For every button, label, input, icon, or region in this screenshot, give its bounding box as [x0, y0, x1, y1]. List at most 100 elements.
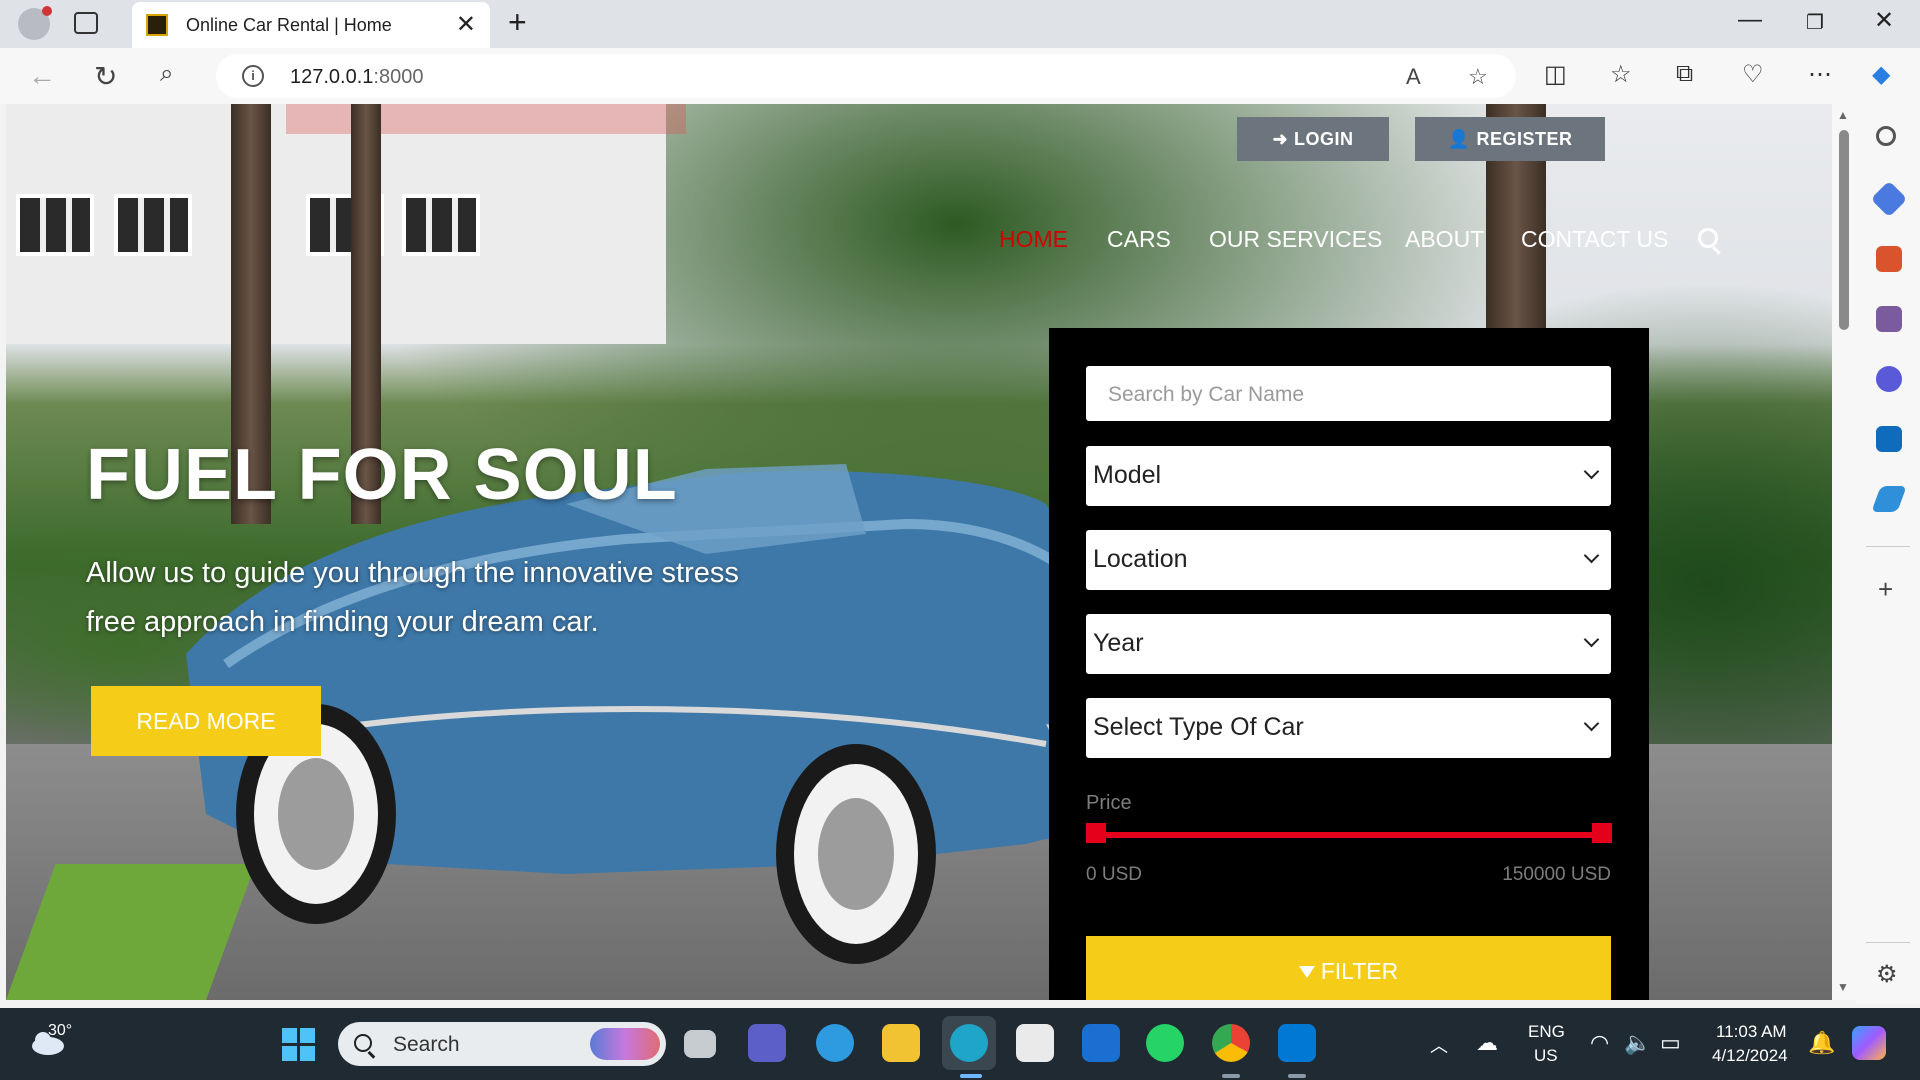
sidebar-copilot-icon[interactable]: [1876, 366, 1902, 392]
login-button[interactable]: ➜ LOGIN: [1237, 117, 1389, 161]
page-scrollbar[interactable]: ▲ ▼: [1832, 104, 1856, 1000]
clock-time[interactable]: 11:03 AM: [1716, 1022, 1787, 1042]
car-filter-panel: Search by Car Name Model Location Year S…: [1049, 328, 1649, 1000]
back-icon[interactable]: ←: [28, 60, 56, 92]
nav-home[interactable]: HOME: [999, 226, 1068, 253]
clock-date[interactable]: 4/12/2024: [1712, 1046, 1788, 1066]
teams-icon[interactable]: [748, 1024, 786, 1062]
edge-browser-icon[interactable]: [950, 1024, 988, 1062]
register-button[interactable]: 👤 REGISTER: [1415, 117, 1605, 161]
chevron-down-icon: [1583, 463, 1600, 480]
price-label: Price: [1086, 792, 1132, 814]
onedrive-icon[interactable]: ☁: [1476, 1030, 1498, 1056]
weather-temperature: 30°: [48, 1022, 73, 1039]
add-user-icon: 👤: [1447, 129, 1471, 149]
nav-cars[interactable]: CARS: [1107, 226, 1171, 253]
show-hidden-icons-chevron-icon[interactable]: ︿: [1430, 1032, 1448, 1058]
scroll-thumb[interactable]: [1839, 130, 1849, 330]
region-indicator: US: [1534, 1046, 1558, 1065]
read-aloud-icon[interactable]: A: [1406, 64, 1421, 90]
close-window-icon[interactable]: ✕: [1874, 6, 1894, 35]
location-select[interactable]: Location: [1086, 530, 1611, 590]
vscode-icon[interactable]: [1278, 1024, 1316, 1062]
wifi-icon[interactable]: ◠: [1590, 1030, 1609, 1056]
copilot-icon[interactable]: ◆: [1872, 60, 1890, 89]
active-app-indicator: [960, 1074, 982, 1078]
browser-tab[interactable]: Online Car Rental | Home ✕: [132, 2, 490, 48]
car-type-select[interactable]: Select Type Of Car: [1086, 698, 1611, 758]
chrome-icon[interactable]: [1212, 1024, 1250, 1062]
hero-subtitle: Allow us to guide you through the innova…: [86, 557, 739, 638]
site-favicon-icon: [146, 14, 168, 36]
nav-contact-us[interactable]: CONTACT US: [1521, 226, 1668, 253]
more-options-icon[interactable]: ⋯: [1808, 60, 1832, 89]
task-view-icon[interactable]: [684, 1030, 716, 1058]
price-max-handle[interactable]: [1592, 823, 1612, 843]
car-name-search-input[interactable]: Search by Car Name: [1086, 366, 1611, 421]
background-house: [6, 104, 686, 344]
read-more-button[interactable]: READ MORE: [91, 686, 321, 756]
refresh-icon[interactable]: ↻: [94, 60, 117, 93]
scroll-down-icon[interactable]: ▼: [1837, 980, 1849, 994]
price-min-handle[interactable]: [1086, 823, 1106, 843]
myhp-icon[interactable]: [1082, 1024, 1120, 1062]
model-select[interactable]: Model: [1086, 446, 1611, 506]
running-app-indicator: [1222, 1074, 1240, 1078]
address-bar-row: ← ↻ ⌕ i 127.0.0.1:8000 A ☆ ◫ ☆ ⧉ ♡ ⋯ ◆: [0, 48, 1920, 104]
site-info-icon[interactable]: i: [242, 65, 264, 87]
split-screen-icon[interactable]: ◫: [1544, 60, 1567, 89]
sidebar-divider: [1866, 546, 1910, 547]
copilot-taskbar-icon[interactable]: [1852, 1026, 1886, 1060]
sidebar-settings-icon[interactable]: ⚙: [1876, 960, 1898, 989]
minimize-icon[interactable]: —: [1738, 6, 1762, 34]
browser-essentials-icon[interactable]: ♡: [1742, 60, 1764, 89]
chevron-down-icon: [1583, 631, 1600, 648]
restore-icon[interactable]: ❐: [1806, 10, 1824, 35]
profile-avatar-icon[interactable]: [18, 6, 52, 40]
close-tab-icon[interactable]: ✕: [456, 10, 476, 39]
language-indicator[interactable]: ENG: [1528, 1022, 1565, 1042]
search-highlight-icon: [590, 1028, 660, 1060]
tab-actions-icon[interactable]: [74, 12, 98, 34]
url-field[interactable]: i 127.0.0.1:8000 A ☆: [216, 54, 1516, 98]
windows-taskbar: 30° Search ︿ ☁ ENG US ◠ 🔈 ▭ 11:03 AM 4/1…: [0, 1008, 1920, 1080]
whatsapp-icon[interactable]: [1146, 1024, 1184, 1062]
sidebar-add-icon[interactable]: +: [1878, 574, 1893, 605]
filter-funnel-icon: [1298, 966, 1315, 978]
chevron-down-icon: [1583, 715, 1600, 732]
sidebar-outlook-icon[interactable]: [1876, 426, 1902, 452]
taskbar-search-box[interactable]: Search: [338, 1022, 666, 1066]
help-icon[interactable]: [816, 1024, 854, 1062]
search-icon[interactable]: ⌕: [160, 60, 173, 88]
hero-title: FUEL FOR SOUL: [86, 435, 678, 515]
search-icon: [354, 1034, 372, 1052]
new-tab-icon[interactable]: +: [508, 4, 527, 41]
login-icon: ➜: [1272, 129, 1289, 149]
favorite-star-icon[interactable]: ☆: [1468, 64, 1488, 90]
favorites-icon[interactable]: ☆: [1610, 60, 1632, 89]
sidebar-games-icon[interactable]: [1876, 306, 1902, 332]
house-window: [402, 194, 480, 256]
sidebar-tools-icon[interactable]: [1876, 246, 1902, 272]
web-page-viewport: ➜ LOGIN 👤 REGISTER HOME CARS OUR SERVICES …: [6, 104, 1832, 1000]
year-select[interactable]: Year: [1086, 614, 1611, 674]
nav-search-icon[interactable]: [1698, 228, 1718, 248]
collections-icon[interactable]: ⧉: [1676, 60, 1693, 88]
start-windows-icon[interactable]: [282, 1028, 316, 1062]
microsoft-store-icon[interactable]: [1016, 1024, 1054, 1062]
nav-our-services[interactable]: OUR SERVICES: [1209, 226, 1382, 253]
filter-button[interactable]: FILTER: [1086, 936, 1611, 1000]
price-range-track[interactable]: [1086, 832, 1611, 838]
url-text: 127.0.0.1:8000: [290, 66, 424, 88]
file-explorer-icon[interactable]: [882, 1024, 920, 1062]
scroll-up-icon[interactable]: ▲: [1837, 108, 1849, 122]
house-window: [114, 194, 192, 256]
battery-icon[interactable]: ▭: [1660, 1030, 1681, 1056]
sidebar-send-icon[interactable]: [1871, 486, 1907, 512]
notification-bell-icon[interactable]: 🔔: [1808, 1030, 1835, 1056]
nav-about[interactable]: ABOUT: [1405, 226, 1484, 253]
sidebar-shopping-icon[interactable]: [1870, 180, 1908, 218]
volume-icon[interactable]: 🔈: [1624, 1030, 1651, 1056]
sidebar-search-icon[interactable]: [1876, 126, 1896, 146]
chevron-down-icon: [1583, 547, 1600, 564]
